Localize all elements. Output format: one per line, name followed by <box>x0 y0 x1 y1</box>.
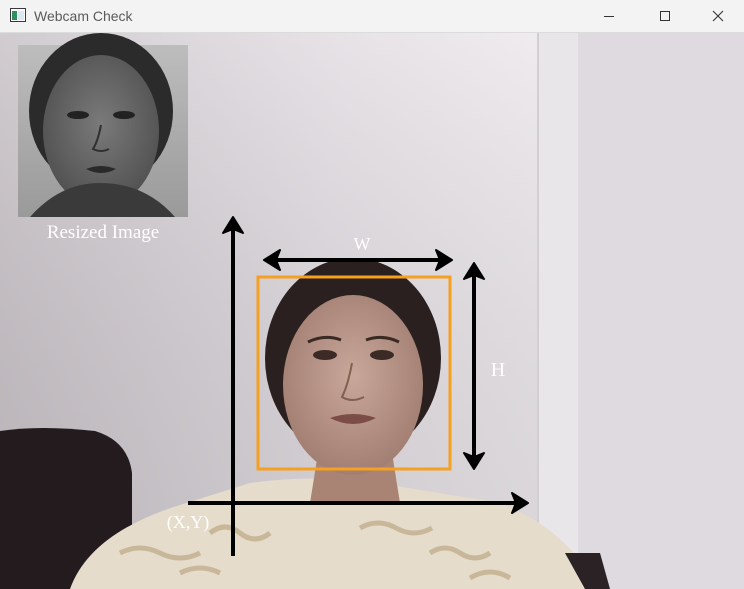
resized-image-thumbnail <box>18 33 188 217</box>
width-label: W <box>354 234 371 254</box>
webcam-frame: Resized Image W H (X,Y) <box>0 33 744 589</box>
close-button[interactable] <box>690 0 744 32</box>
app-icon <box>10 8 26 22</box>
webcam-check-window: Webcam Check Resized Image W H (X,Y) <box>0 0 744 589</box>
minimize-icon <box>604 16 614 17</box>
origin-label: (X,Y) <box>167 512 210 533</box>
thumbnail-caption: Resized Image <box>47 222 159 243</box>
door-frame <box>538 33 578 589</box>
height-label: H <box>491 359 505 381</box>
maximize-icon <box>660 11 670 21</box>
close-icon <box>712 10 724 22</box>
window-title: Webcam Check <box>34 8 133 24</box>
webcam-feed: Resized Image W H (X,Y) <box>0 33 744 589</box>
face <box>283 295 423 475</box>
maximize-button[interactable] <box>637 0 693 32</box>
minimize-button[interactable] <box>581 0 637 32</box>
title-bar[interactable]: Webcam Check <box>0 0 744 33</box>
